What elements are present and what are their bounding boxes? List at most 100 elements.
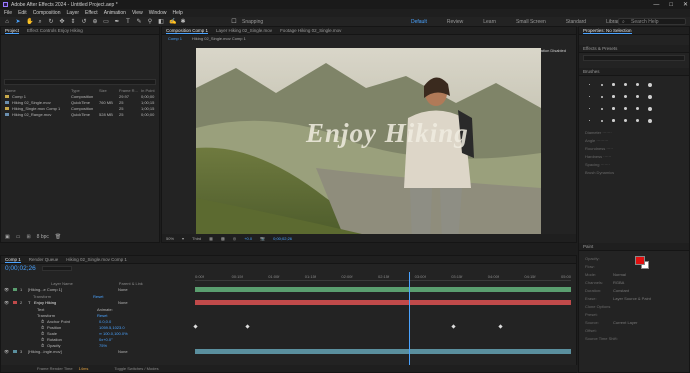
channels-select[interactable]: RGBA (613, 279, 651, 287)
brush-tip[interactable] (633, 104, 642, 113)
rectangle-tool-icon[interactable]: ▭ (103, 19, 109, 25)
snapshot-icon[interactable]: 📷 (260, 236, 265, 241)
breadcrumb-comp-1[interactable]: Comp 1 (168, 36, 182, 41)
rotate-tool-icon[interactable]: ↺ (81, 19, 87, 25)
brush-tip[interactable] (597, 92, 606, 101)
layer-1-bar[interactable] (195, 287, 571, 292)
tab-comp-1[interactable]: Comp 1 (5, 257, 21, 263)
tab-layer[interactable]: Layer Hiking 02_Single.mov (216, 28, 272, 33)
brush-tip[interactable] (621, 80, 630, 89)
minimize-icon[interactable]: — (653, 2, 659, 8)
menu-edit[interactable]: Edit (18, 10, 27, 16)
zoom-tool-icon[interactable]: ⌕ (37, 19, 43, 25)
visibility-eye-icon[interactable]: 👁 (1, 300, 13, 305)
position-keyframe[interactable] (193, 324, 198, 329)
time-ruler[interactable]: 0:00f 00:15f 01:00f 01:15f 02:00f 02:15f 03:00… (195, 273, 571, 281)
menu-file[interactable]: File (4, 10, 12, 16)
position-keyframe[interactable] (451, 324, 456, 329)
tab-composition[interactable]: Composition Comp 1 (166, 28, 209, 34)
resolution-select[interactable]: Third (192, 236, 201, 241)
brush-tip[interactable] (585, 104, 594, 113)
layer-label-color[interactable] (13, 301, 17, 304)
menu-help[interactable]: Help (172, 10, 182, 16)
visibility-eye-icon[interactable]: 👁 (1, 349, 13, 354)
brush-tip[interactable] (609, 104, 618, 113)
zoom-select[interactable]: 50% (166, 236, 174, 241)
layer-row-3[interactable]: 👁 3 [Hiking...ingle.mov] None (1, 348, 191, 355)
tab-project[interactable]: Project (5, 28, 20, 34)
layer-2-bar[interactable] (195, 300, 571, 305)
duration-select[interactable]: Constant (613, 287, 651, 295)
brush-tip[interactable] (645, 116, 654, 125)
transparency-grid-icon[interactable]: ▩ (221, 236, 225, 241)
layer-3-bar[interactable] (195, 349, 571, 354)
mask-visibility-icon[interactable]: ◎ (233, 236, 237, 241)
selection-tool-icon[interactable]: ➤ (15, 19, 21, 25)
project-item-row[interactable]: Comp 1 Composition 29.97 0;00;00 (1, 93, 159, 99)
composition-viewer[interactable]: Enjoy Hiking (196, 48, 541, 242)
foreground-color-swatch[interactable] (635, 256, 645, 265)
brush-tip[interactable] (645, 80, 654, 89)
current-time-display[interactable]: 0;00;02;26 (273, 236, 292, 241)
tab-subcomp[interactable]: Hiking 02_Single.mov Comp 1 (66, 257, 127, 262)
layer-label-color[interactable] (13, 288, 17, 291)
region-icon[interactable]: ▦ (209, 236, 213, 241)
project-item-row[interactable]: Hiking_Single.mov Comp 1 Composition 25 1;0… (1, 105, 159, 111)
menu-window[interactable]: Window (149, 10, 167, 16)
pen-tool-icon[interactable]: ✒ (114, 19, 120, 25)
brush-tip[interactable] (585, 92, 594, 101)
brush-tip[interactable] (609, 80, 618, 89)
maximize-icon[interactable]: □ (669, 2, 673, 8)
project-item-row[interactable]: Hiking 02_Single.mov QuickTime 760 MB 25 1;0… (1, 99, 159, 105)
search-help-input[interactable]: ⌕ Search Help (618, 18, 686, 25)
menu-layer[interactable]: Layer (66, 10, 79, 16)
layer-label-color[interactable] (13, 350, 17, 353)
close-icon[interactable]: ✕ (683, 1, 688, 8)
overlay-title-text[interactable]: Enjoy Hiking (306, 118, 469, 149)
project-search-input[interactable] (4, 79, 156, 85)
brush-tip[interactable] (633, 92, 642, 101)
bit-depth-label[interactable]: 8 bpc (37, 234, 49, 240)
brush-tip[interactable] (621, 92, 630, 101)
eraser-tool-icon[interactable]: ◧ (158, 19, 164, 25)
puppet-tool-icon[interactable]: ✱ (180, 19, 186, 25)
hand-tool-icon[interactable]: ✋ (26, 19, 33, 25)
new-composition-icon[interactable]: ⊞ (26, 234, 30, 240)
home-icon[interactable]: ⌂ (4, 19, 10, 25)
timeline-current-time[interactable]: 0;00;02;26 (5, 265, 36, 272)
snapping-checkbox[interactable]: ☐ (231, 19, 237, 25)
brush-tip[interactable] (633, 80, 642, 89)
erase-select[interactable]: Layer Source & Paint (613, 295, 651, 303)
brush-tip[interactable] (621, 116, 630, 125)
brush-tip[interactable] (597, 104, 606, 113)
menu-animation[interactable]: Animation (104, 10, 126, 16)
brush-tip[interactable] (609, 92, 618, 101)
visibility-eye-icon[interactable]: 👁 (1, 287, 13, 292)
brush-tip[interactable] (645, 104, 654, 113)
position-keyframe[interactable] (245, 324, 250, 329)
effects-search-input[interactable] (583, 55, 685, 61)
orbit-tool-icon[interactable]: ↻ (48, 19, 54, 25)
clone-stamp-icon[interactable]: ⚲ (147, 19, 153, 25)
interpret-footage-icon[interactable]: ▣ (5, 234, 10, 240)
roto-brush-icon[interactable]: ✍ (169, 19, 176, 25)
fit-icon[interactable]: ▾ (182, 236, 184, 241)
menu-view[interactable]: View (132, 10, 143, 16)
layer-search-input[interactable] (41, 266, 72, 271)
brush-tip[interactable] (621, 104, 630, 113)
layer-row-1[interactable]: 👁 1 [Hiking...e Comp 1] None (1, 286, 191, 293)
position-keyframe[interactable] (498, 324, 503, 329)
workspace-default[interactable]: Default (411, 19, 427, 25)
workspace-standard[interactable]: Standard (566, 19, 586, 25)
workspace-review[interactable]: Review (447, 19, 463, 25)
project-item-row[interactable]: Hiking 02_Range.mov QuickTime 528 MB 25 0;00… (1, 111, 159, 117)
menu-composition[interactable]: Composition (33, 10, 61, 16)
brush-tool-icon[interactable]: ✎ (136, 19, 142, 25)
workspace-small-screen[interactable]: Small Screen (516, 19, 546, 25)
brush-tip[interactable] (609, 116, 618, 125)
brush-tip[interactable] (597, 80, 606, 89)
layer-row-2[interactable]: 👁 2 T Enjoy Hiking None (1, 299, 191, 306)
toggle-switches-modes[interactable]: Toggle Switches / Modes (114, 366, 158, 371)
brush-tip[interactable] (585, 80, 594, 89)
brush-tip[interactable] (597, 116, 606, 125)
